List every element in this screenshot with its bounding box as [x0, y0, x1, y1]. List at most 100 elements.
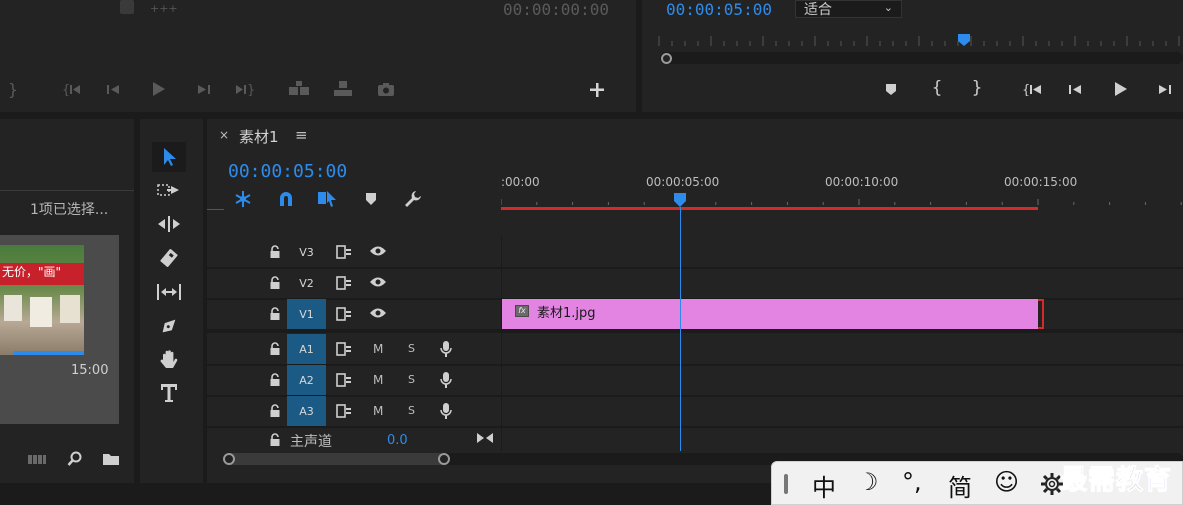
go-to-in-icon[interactable]: {	[60, 80, 84, 98]
program-ruler[interactable]	[658, 36, 1183, 46]
solo-button[interactable]: S	[408, 404, 415, 417]
divider	[0, 190, 134, 191]
scrollbar-handle-left[interactable]	[223, 453, 235, 465]
lock-icon[interactable]	[269, 373, 281, 387]
scrollbar-handle-right[interactable]	[438, 453, 450, 465]
lock-icon[interactable]	[269, 276, 281, 290]
project-item[interactable]: 无价，"画" 15:00	[0, 235, 119, 424]
insert-icon[interactable]	[286, 78, 312, 98]
drag-handle[interactable]	[784, 474, 788, 494]
freeform-view-icon[interactable]	[28, 453, 46, 465]
go-to-in-icon[interactable]: {	[1020, 80, 1046, 98]
track-target-v1[interactable]: V1	[287, 299, 326, 329]
clip-v1[interactable]: fx 素材1.jpg	[502, 299, 1044, 329]
search-icon[interactable]	[67, 451, 83, 467]
slip-tool[interactable]	[154, 279, 184, 305]
add-button[interactable]	[587, 80, 607, 100]
track-label: V2	[299, 276, 314, 290]
type-icon	[161, 384, 177, 402]
eye-icon[interactable]	[369, 307, 387, 319]
hand-tool[interactable]	[154, 347, 184, 373]
timeline-playhead[interactable]	[673, 192, 687, 208]
sync-lock-icon[interactable]	[336, 342, 352, 356]
microphone-icon[interactable]	[440, 340, 452, 358]
step-forward-icon[interactable]	[1154, 80, 1174, 98]
play-icon[interactable]	[1110, 80, 1130, 98]
sync-lock-icon[interactable]	[336, 373, 352, 387]
lock-icon[interactable]	[269, 307, 281, 321]
solo-button[interactable]: S	[408, 342, 415, 355]
track-select-forward-tool[interactable]	[154, 177, 184, 203]
ime-simplified[interactable]: 简	[948, 468, 972, 503]
eye-icon[interactable]	[369, 276, 387, 288]
clip-end-marker[interactable]	[1038, 299, 1044, 329]
go-to-end-icon[interactable]	[476, 431, 494, 445]
track-label: V3	[299, 245, 314, 259]
track-target-v3[interactable]: V3	[287, 237, 326, 267]
waveform-icon[interactable]: +++	[150, 2, 178, 15]
sequence-tab-title[interactable]: 素材1	[239, 126, 279, 147]
camera-icon[interactable]	[375, 80, 397, 98]
mute-button[interactable]: M	[373, 404, 383, 418]
sync-lock-icon[interactable]	[336, 276, 352, 290]
timeline-timecode[interactable]: 00:00:05:00	[228, 161, 347, 182]
clip-icon[interactable]	[120, 0, 134, 14]
mark-in-icon[interactable]: {	[929, 78, 945, 98]
emoji-icon[interactable]: ☺	[994, 468, 1019, 496]
scrollbar-thumb[interactable]	[224, 453, 446, 465]
solo-button[interactable]: S	[408, 373, 415, 386]
folder-icon[interactable]	[102, 452, 120, 466]
mute-button[interactable]: M	[373, 342, 383, 356]
lock-icon[interactable]	[269, 404, 281, 418]
project-panel: 1项已选择... 无价，"画" 15:00	[0, 119, 134, 483]
mute-button[interactable]: M	[373, 373, 383, 387]
divider	[207, 209, 224, 210]
ime-punctuation[interactable]: °,	[902, 468, 922, 496]
step-back-icon[interactable]	[1066, 80, 1086, 98]
lock-icon[interactable]	[269, 342, 281, 356]
play-icon[interactable]	[148, 80, 168, 98]
mark-out-icon[interactable]: }	[5, 80, 21, 99]
pen-tool[interactable]	[154, 313, 184, 339]
sync-lock-icon[interactable]	[336, 307, 352, 321]
eye-icon[interactable]	[369, 245, 387, 257]
sync-lock-icon[interactable]	[336, 404, 352, 418]
program-zoom-bar[interactable]	[660, 52, 1183, 64]
overwrite-icon[interactable]	[330, 78, 356, 98]
svg-text:}: }	[247, 83, 255, 96]
step-forward-icon[interactable]	[193, 80, 213, 98]
program-playhead[interactable]	[957, 33, 971, 47]
add-marker-icon[interactable]	[882, 80, 900, 98]
track-target-a3[interactable]: A3	[287, 396, 326, 426]
ripple-edit-tool[interactable]	[154, 211, 184, 237]
time-ruler[interactable]: :00:00 00:00:05:00 00:00:10:00 00:00:15:00	[501, 119, 1183, 211]
svg-text:{: {	[62, 83, 70, 96]
close-tab-icon[interactable]: ×	[219, 128, 229, 142]
selection-tool[interactable]	[152, 142, 186, 172]
nest-toggle-icon[interactable]	[233, 190, 253, 208]
work-area-bar[interactable]	[501, 207, 1038, 210]
go-to-out-icon[interactable]: }	[233, 80, 257, 98]
fit-select[interactable]: 适合 ⌄	[795, 0, 902, 18]
track-target-v2[interactable]: V2	[287, 268, 326, 298]
add-marker-icon[interactable]	[365, 192, 377, 206]
zoom-handle[interactable]	[661, 53, 672, 64]
track-target-a1[interactable]: A1	[287, 334, 326, 364]
master-volume-value[interactable]: 0.0	[387, 433, 408, 448]
razor-tool[interactable]	[154, 245, 184, 271]
sync-lock-icon[interactable]	[336, 245, 352, 259]
track-target-a2[interactable]: A2	[287, 365, 326, 395]
microphone-icon[interactable]	[440, 402, 452, 420]
mark-out-icon[interactable]: }	[969, 78, 985, 98]
moon-icon[interactable]: ☽	[857, 468, 879, 496]
panel-menu-icon[interactable]: ≡	[295, 126, 308, 144]
linked-selection-icon[interactable]	[317, 189, 337, 209]
microphone-icon[interactable]	[440, 371, 452, 389]
wrench-icon[interactable]	[403, 189, 423, 209]
ime-chinese-mode[interactable]: 中	[812, 468, 836, 503]
lock-icon[interactable]	[269, 433, 281, 447]
snap-magnet-icon[interactable]	[277, 190, 295, 208]
lock-icon[interactable]	[269, 245, 281, 259]
step-back-icon[interactable]	[104, 80, 124, 98]
type-tool[interactable]	[154, 379, 184, 407]
